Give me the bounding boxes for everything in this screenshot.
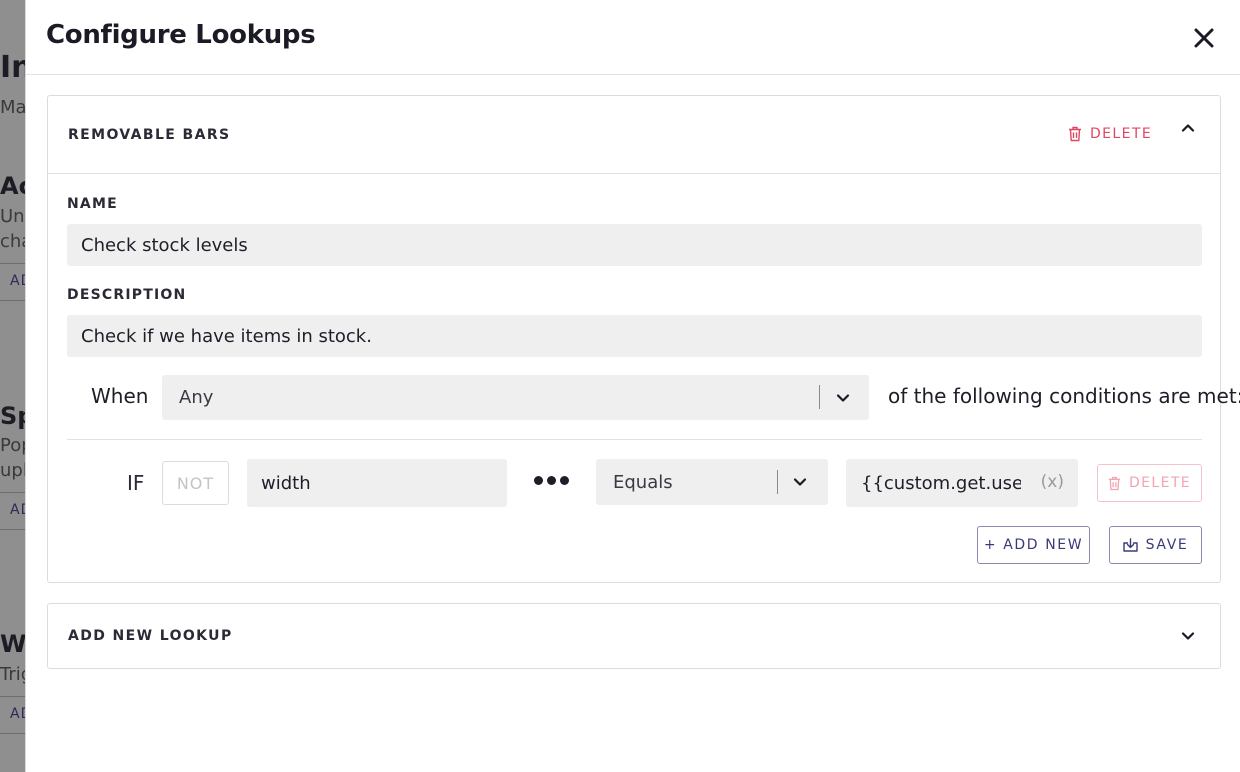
bg-section-desc: Unl bbox=[0, 206, 26, 227]
bg-section-title: Sp bbox=[0, 402, 26, 430]
bg-section-desc: uplo bbox=[0, 460, 26, 481]
lookup-title: REMOVABLE BARS bbox=[68, 127, 231, 143]
chevron-down-icon bbox=[1181, 632, 1195, 640]
lookup-panel: REMOVABLE BARS DELETE NAME Check stock l… bbox=[47, 95, 1240, 583]
lookup-panel-header[interactable]: REMOVABLE BARS DELETE bbox=[48, 96, 1220, 174]
dot-icon bbox=[560, 476, 569, 485]
description-label: DESCRIPTION bbox=[67, 287, 187, 303]
bg-section-desc: cha bbox=[0, 231, 26, 252]
delete-lookup-button[interactable]: DELETE bbox=[1068, 126, 1152, 142]
bg-add-button: AD bbox=[10, 502, 26, 518]
bg-subtext: Ma bbox=[0, 97, 26, 118]
add-condition-label: + ADD NEW bbox=[983, 537, 1084, 553]
match-select-value: Any bbox=[179, 387, 214, 408]
bg-add-button: AD bbox=[10, 273, 26, 289]
when-label: When bbox=[91, 384, 149, 408]
modal-title: Configure Lookups bbox=[46, 20, 316, 50]
collapse-button[interactable] bbox=[1180, 120, 1196, 136]
conditions-divider bbox=[67, 439, 1202, 440]
operator-select-value: Equals bbox=[613, 471, 673, 493]
name-label: NAME bbox=[67, 196, 118, 212]
bg-divider bbox=[0, 300, 26, 301]
operator-select[interactable]: Equals bbox=[596, 459, 828, 505]
condition-field-input[interactable]: width bbox=[247, 459, 507, 507]
dot-icon bbox=[534, 476, 543, 485]
dot-icon bbox=[547, 476, 556, 485]
add-condition-button[interactable]: + ADD NEW bbox=[977, 526, 1090, 564]
not-toggle[interactable]: NOT bbox=[162, 461, 229, 505]
bg-section-title: Ac bbox=[0, 172, 26, 200]
bg-section-desc: Pop bbox=[0, 435, 26, 456]
bg-heading: In bbox=[0, 50, 26, 85]
add-new-lookup-panel[interactable]: ADD NEW LOOKUP bbox=[47, 603, 1221, 669]
delete-condition-button[interactable]: DELETE bbox=[1097, 464, 1202, 502]
select-separator bbox=[777, 470, 778, 494]
save-label: SAVE bbox=[1145, 537, 1189, 553]
bg-divider bbox=[0, 696, 26, 697]
insert-variable-button[interactable]: (x) bbox=[1041, 472, 1064, 492]
bg-add-button: AD bbox=[10, 706, 26, 722]
bg-divider bbox=[0, 263, 26, 264]
configure-lookups-modal: Configure Lookups REMOVABLE BARS DELETE … bbox=[25, 0, 1240, 772]
save-button[interactable]: SAVE bbox=[1109, 526, 1202, 564]
match-select[interactable]: Any bbox=[162, 375, 869, 420]
modal-header: Configure Lookups bbox=[26, 0, 1240, 75]
bg-divider bbox=[0, 733, 26, 734]
chevron-up-icon bbox=[1181, 124, 1195, 132]
bg-section-title: We bbox=[0, 630, 26, 658]
add-new-lookup-title: ADD NEW LOOKUP bbox=[68, 628, 233, 644]
chevron-down-icon bbox=[792, 474, 808, 495]
description-input[interactable]: Check if we have items in stock. bbox=[67, 315, 1202, 357]
bg-section-desc: Trig bbox=[0, 664, 26, 685]
condition-value-text: {{custom.get.user_re bbox=[861, 472, 1021, 494]
bg-divider bbox=[0, 492, 26, 493]
trash-icon bbox=[1108, 476, 1121, 490]
expand-button[interactable] bbox=[1180, 628, 1196, 644]
more-options-button[interactable] bbox=[534, 476, 569, 485]
close-button[interactable] bbox=[1190, 24, 1218, 52]
select-separator bbox=[819, 385, 820, 409]
if-label: IF bbox=[127, 471, 145, 495]
save-icon bbox=[1122, 538, 1138, 552]
delete-condition-label: DELETE bbox=[1128, 475, 1192, 491]
condition-value-input[interactable]: {{custom.get.user_re (x) bbox=[846, 459, 1078, 507]
delete-lookup-label: DELETE bbox=[1090, 126, 1153, 142]
close-icon bbox=[1194, 28, 1214, 48]
conditions-text: of the following conditions are met: bbox=[888, 384, 1240, 408]
trash-icon bbox=[1069, 126, 1081, 142]
bg-divider bbox=[0, 529, 26, 530]
chevron-down-icon bbox=[835, 390, 851, 411]
name-input[interactable]: Check stock levels bbox=[67, 224, 1202, 266]
